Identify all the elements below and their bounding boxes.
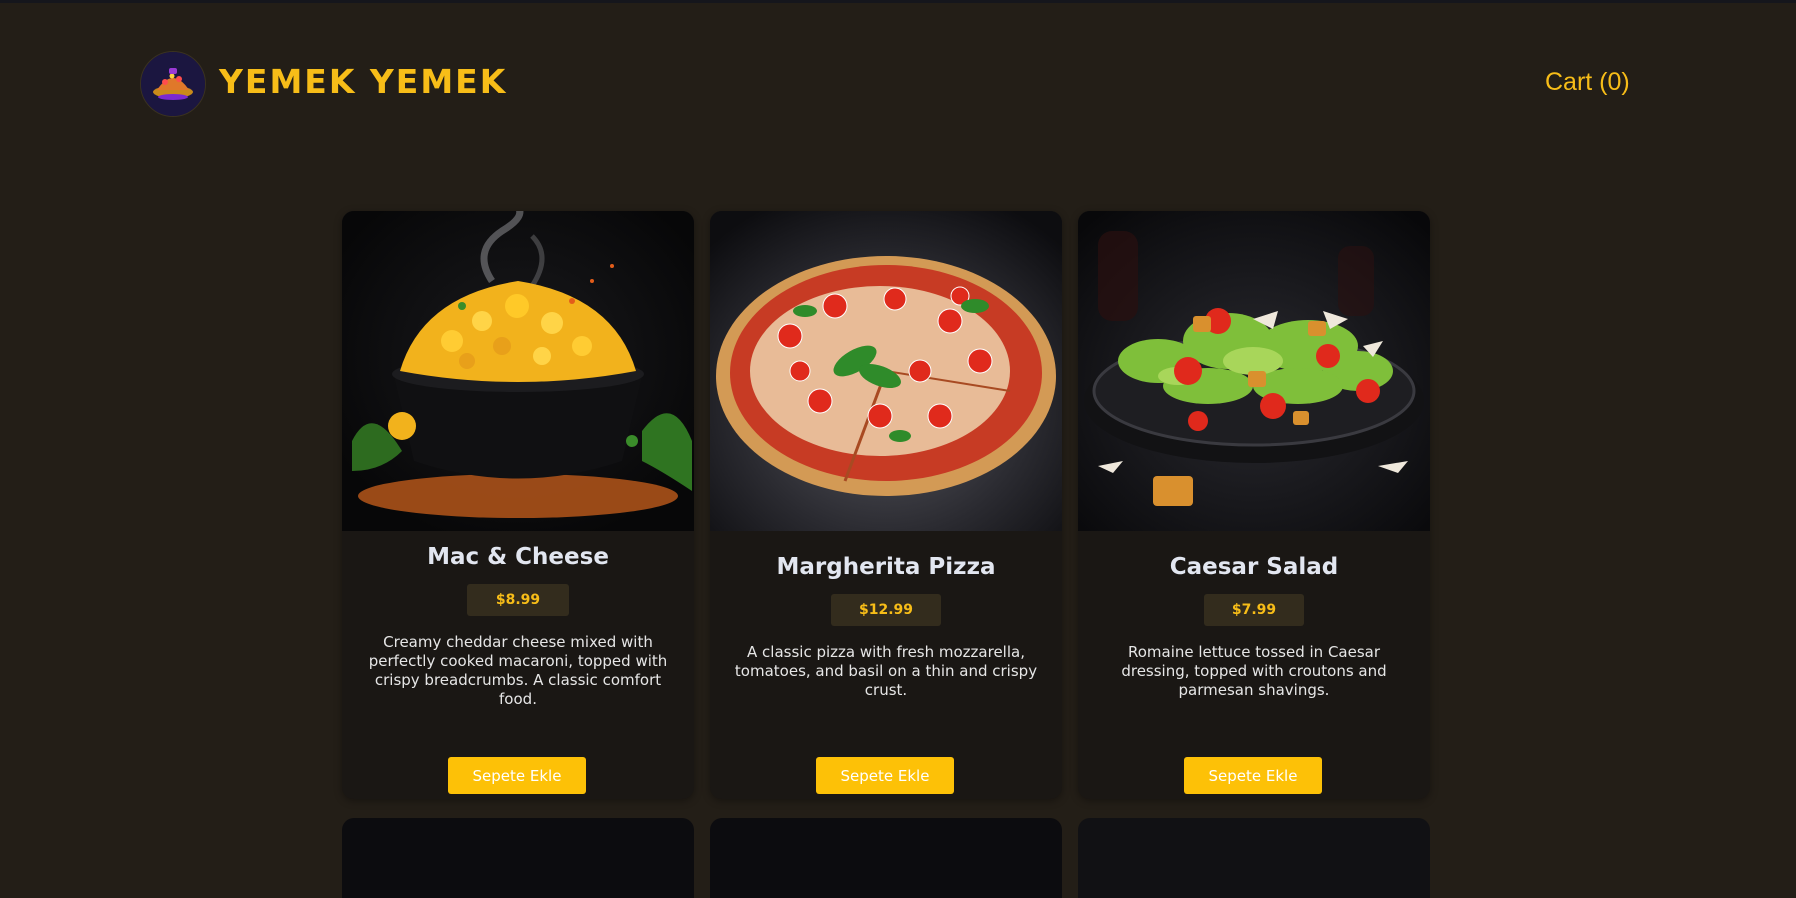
price-badge: $12.99 xyxy=(831,594,941,626)
margherita-pizza-image xyxy=(710,211,1062,531)
caesar-salad-image xyxy=(1078,211,1430,531)
product-card-partial xyxy=(342,818,694,898)
product-title: Mac & Cheese xyxy=(427,544,609,570)
product-card-partial xyxy=(1078,818,1430,898)
price-badge: $7.99 xyxy=(1204,594,1304,626)
product-title: Margherita Pizza xyxy=(776,554,996,580)
product-card-partial xyxy=(710,818,1062,898)
product-card-caesar-salad: Caesar Salad $7.99 Romaine lettuce tosse… xyxy=(1078,211,1430,799)
mac-and-cheese-image xyxy=(342,211,694,531)
site-header: YEMEK YEMEK Cart (0) xyxy=(0,0,1796,170)
product-card-margherita-pizza: Margherita Pizza $12.99 A classic pizza … xyxy=(710,211,1062,799)
product-description: Romaine lettuce tossed in Caesar dressin… xyxy=(1121,643,1387,699)
product-title: Caesar Salad xyxy=(1169,554,1339,580)
product-description: Creamy cheddar cheese mixed with perfect… xyxy=(368,633,668,708)
add-to-cart-button[interactable]: Sepete Ekle xyxy=(448,757,586,794)
brand-logo-icon[interactable] xyxy=(140,51,206,117)
cart-link[interactable]: Cart (0) xyxy=(1545,68,1630,97)
product-card-mac-and-cheese: Mac & Cheese $8.99 Creamy cheddar cheese… xyxy=(342,211,694,799)
brand-name[interactable]: YEMEK YEMEK xyxy=(219,62,507,101)
add-to-cart-button[interactable]: Sepete Ekle xyxy=(1184,757,1322,794)
price-badge: $8.99 xyxy=(467,584,569,616)
add-to-cart-button[interactable]: Sepete Ekle xyxy=(816,757,954,794)
product-description: A classic pizza with fresh mozzarella, t… xyxy=(734,643,1038,699)
